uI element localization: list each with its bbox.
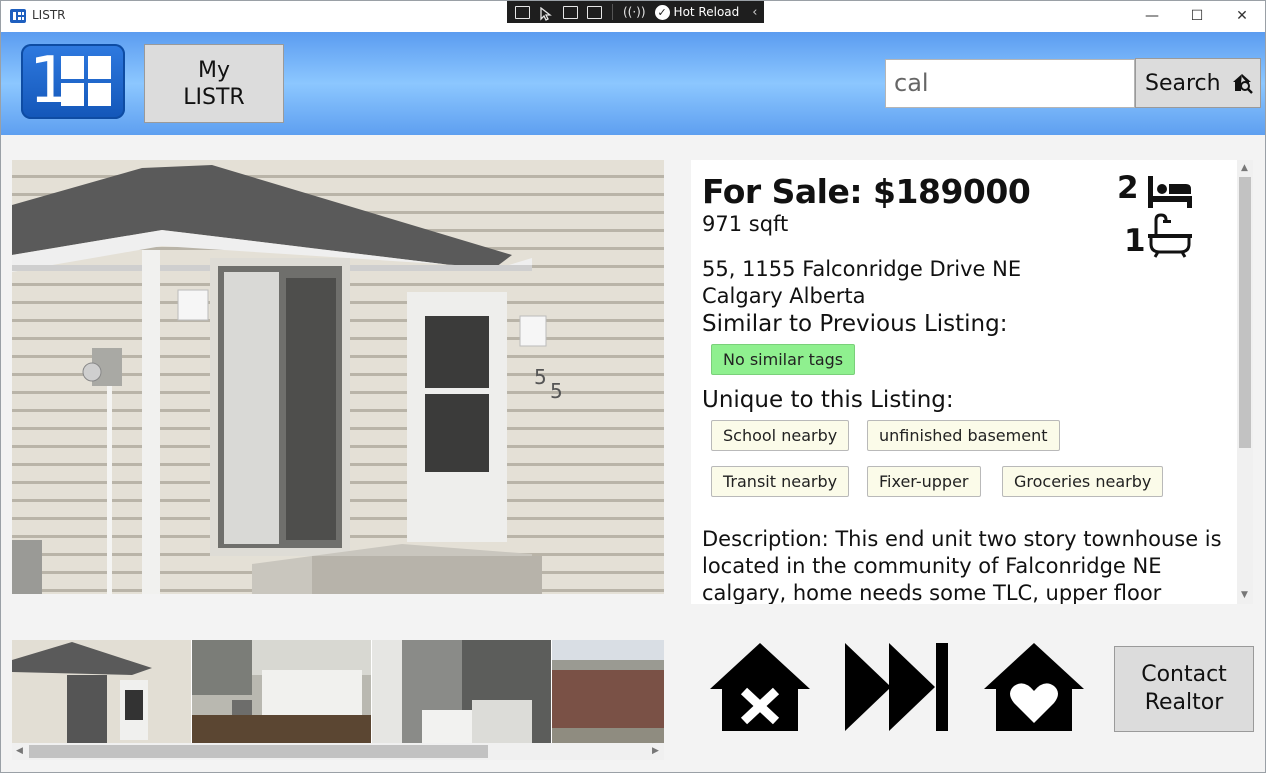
hot-reload-label: Hot Reload — [673, 5, 740, 19]
thumbnail-backyard[interactable] — [552, 640, 664, 743]
scroll-left-icon[interactable]: ◀ — [16, 746, 23, 756]
svg-text:5: 5 — [534, 365, 547, 389]
search-input[interactable]: cal — [885, 59, 1135, 108]
listing-details-panel: For Sale: $189000 971 sqft 2 1 55, 1155 … — [691, 160, 1237, 604]
logo-grid-icon — [61, 56, 111, 106]
window-title: LISTR — [32, 8, 66, 22]
similar-tags-heading: Similar to Previous Listing: — [702, 311, 1008, 337]
house-heart-icon — [984, 643, 1084, 731]
hot-reload-status[interactable]: ✓ Hot Reload — [654, 4, 740, 20]
select-element-icon[interactable] — [539, 6, 554, 21]
unique-tags-heading: Unique to this Listing: — [702, 387, 954, 413]
skip-forward-icon — [845, 643, 948, 731]
unique-tag: Groceries nearby — [1002, 466, 1164, 497]
bathroom-count: 1 — [1124, 223, 1146, 259]
scroll-right-icon[interactable]: ▶ — [652, 746, 659, 756]
house-x-icon — [710, 643, 810, 731]
similar-tag: No similar tags — [711, 344, 856, 375]
svg-text:5: 5 — [550, 379, 563, 403]
debug-toolbar[interactable]: ((·)) ✓ Hot Reload ‹ — [507, 1, 764, 23]
listing-price: For Sale: $189000 — [702, 172, 1031, 211]
unique-tag: School nearby — [711, 420, 850, 451]
check-icon: ✓ — [654, 4, 670, 20]
favorite-listing-button[interactable] — [982, 641, 1086, 737]
close-button[interactable]: ✕ — [1219, 1, 1265, 31]
live-tree-icon[interactable] — [515, 5, 530, 19]
scroll-down-icon[interactable]: ▼ — [1241, 590, 1248, 600]
bedroom-count: 2 — [1117, 170, 1139, 206]
my-listr-button[interactable]: My LISTR — [144, 44, 284, 123]
house-search-icon — [1232, 74, 1253, 94]
app-header: 1 My LISTR cal Search — [1, 32, 1265, 135]
unique-tag: unfinished basement — [867, 420, 1060, 451]
listing-description: Description: This end unit two story tow… — [702, 527, 1222, 604]
track-focus-icon[interactable] — [587, 5, 602, 19]
collapse-chevron-icon[interactable]: ‹ — [752, 5, 757, 20]
maximize-button[interactable]: ☐ — [1174, 1, 1220, 31]
address-line-2: Calgary Alberta — [702, 284, 866, 308]
scrollbar-thumb[interactable] — [1239, 177, 1251, 448]
skip-listing-button[interactable] — [845, 641, 949, 737]
title-bar[interactable]: LISTR ((·)) ✓ Hot Reload ‹ — ☐ ✕ — [1, 1, 1265, 32]
listr-logo[interactable]: 1 — [21, 44, 125, 119]
unique-tag: Fixer-upper — [867, 466, 981, 497]
display-layout-adorners-icon[interactable] — [563, 5, 578, 19]
thumbnail-exterior[interactable] — [12, 640, 191, 743]
listing-sqft: 971 sqft — [702, 212, 789, 236]
thumbnail-scrollbar[interactable]: ◀ ▶ — [12, 743, 664, 760]
hot-reload-signal-icon[interactable]: ((·)) — [623, 5, 646, 19]
toolbar-separator — [612, 4, 613, 20]
thumbnail-bathroom[interactable] — [372, 640, 551, 743]
reject-listing-button[interactable] — [708, 641, 812, 737]
thumbnail-kitchen[interactable] — [192, 640, 371, 743]
search-button[interactable]: Search — [1135, 58, 1261, 108]
listing-main-photo[interactable]: 5 5 — [12, 160, 664, 594]
details-scrollbar[interactable]: ▲ ▼ — [1237, 160, 1253, 604]
scrollbar-thumb[interactable] — [29, 745, 488, 758]
search-button-label: Search — [1145, 70, 1221, 96]
photo-thumbnail-strip[interactable] — [12, 640, 664, 743]
unique-tag: Transit nearby — [711, 466, 850, 497]
address-line-1: 55, 1155 Falconridge Drive NE — [702, 257, 1022, 281]
minimize-button[interactable]: — — [1129, 1, 1175, 31]
bed-icon — [1148, 176, 1192, 208]
contact-realtor-button[interactable]: Contact Realtor — [1114, 646, 1254, 732]
app-window: LISTR ((·)) ✓ Hot Reload ‹ — ☐ ✕ 1 My LI… — [0, 0, 1266, 773]
bathtub-icon — [1148, 213, 1192, 258]
app-icon — [10, 9, 26, 23]
scroll-up-icon[interactable]: ▲ — [1241, 163, 1248, 173]
